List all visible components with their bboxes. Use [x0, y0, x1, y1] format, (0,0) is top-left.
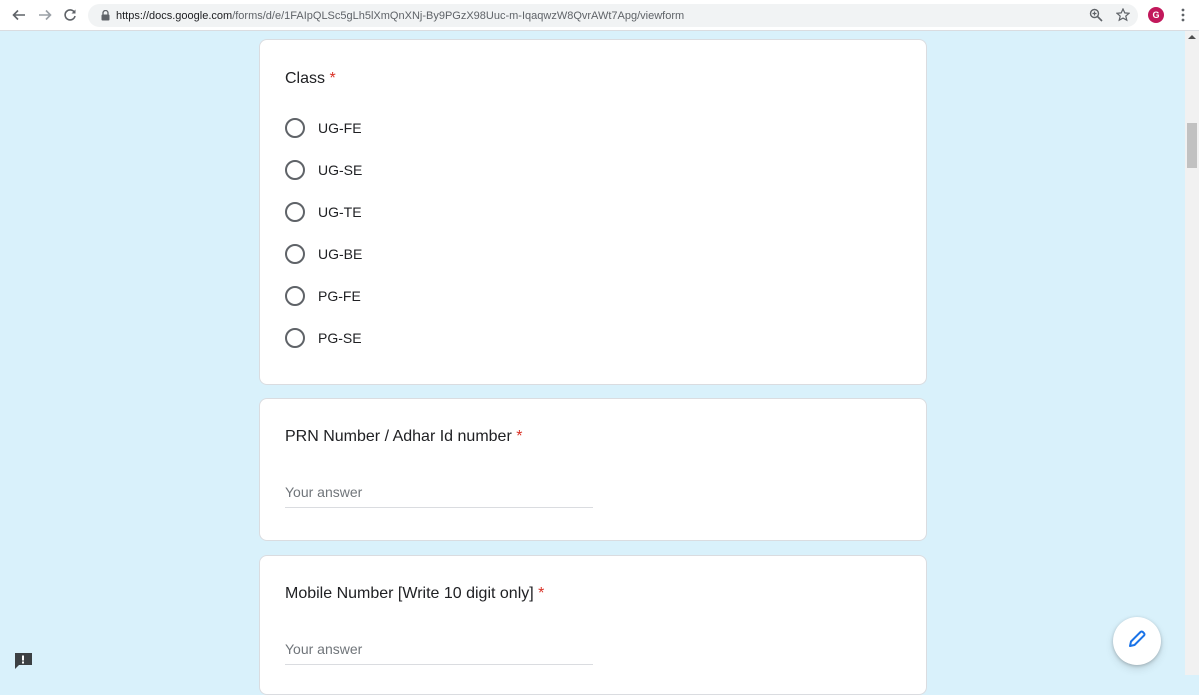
lock-icon	[98, 9, 112, 23]
radio-option-label: PG-FE	[318, 288, 361, 304]
radio-button[interactable]	[285, 328, 305, 348]
question-title: Mobile Number [Write 10 digit only] *	[285, 585, 544, 603]
radio-button[interactable]	[285, 118, 305, 138]
question-title-text: PRN Number / Adhar Id number	[285, 428, 512, 445]
radio-option-label: UG-FE	[318, 120, 362, 136]
radio-option-ug-fe[interactable]: UG-FE	[285, 116, 362, 140]
edit-fab-button[interactable]	[1113, 617, 1161, 665]
avatar[interactable]: G	[1148, 7, 1164, 23]
back-icon[interactable]	[10, 6, 28, 24]
question-title: PRN Number / Adhar Id number *	[285, 428, 522, 446]
address-bar[interactable]: https://docs.google.com/forms/d/e/1FAIpQ…	[88, 4, 1138, 27]
radio-option-pg-se[interactable]: PG-SE	[285, 326, 362, 350]
scroll-up-arrow-icon[interactable]	[1188, 35, 1196, 39]
url-path: /forms/d/e/1FAIpQLSc5gLh5lXmQnXNj-By9PGz…	[232, 9, 685, 22]
scrollbar-thumb[interactable]	[1187, 123, 1197, 168]
radio-option-label: UG-SE	[318, 162, 363, 178]
radio-option-label: UG-TE	[318, 204, 362, 220]
forward-icon[interactable]	[36, 6, 54, 24]
question-title: Class *	[285, 70, 336, 88]
question-title-text: Mobile Number [Write 10 digit only]	[285, 585, 534, 602]
question-title-text: Class	[285, 70, 326, 87]
radio-button[interactable]	[285, 202, 305, 222]
mobile-answer-input[interactable]	[285, 634, 593, 665]
class-question-card: Class * UG-FE UG-SE UG-TE UG-BE PG-FE PG…	[259, 39, 927, 385]
radio-button[interactable]	[285, 244, 305, 264]
required-mark: *	[538, 585, 545, 602]
radio-option-label: PG-SE	[318, 330, 362, 346]
radio-option-pg-fe[interactable]: PG-FE	[285, 284, 361, 308]
prn-answer-input[interactable]	[285, 477, 593, 508]
pencil-icon	[1126, 628, 1148, 655]
prn-question-card: PRN Number / Adhar Id number *	[259, 398, 927, 541]
required-mark: *	[516, 428, 523, 445]
feedback-icon[interactable]	[13, 652, 33, 670]
radio-option-label: UG-BE	[318, 246, 363, 262]
star-icon[interactable]	[1116, 8, 1130, 22]
mobile-question-card: Mobile Number [Write 10 digit only] *	[259, 555, 927, 695]
radio-option-ug-be[interactable]: UG-BE	[285, 242, 362, 266]
radio-option-ug-se[interactable]: UG-SE	[285, 158, 362, 182]
radio-option-ug-te[interactable]: UG-TE	[285, 200, 362, 224]
browser-toolbar: https://docs.google.com/forms/d/e/1FAIpQ…	[0, 0, 1199, 31]
reload-icon[interactable]	[61, 6, 79, 24]
required-mark: *	[329, 70, 336, 87]
radio-button[interactable]	[285, 160, 305, 180]
url-host: https://docs.google.com	[116, 9, 233, 22]
radio-button[interactable]	[285, 286, 305, 306]
menu-icon[interactable]	[1176, 7, 1190, 23]
zoom-icon[interactable]	[1089, 8, 1103, 22]
